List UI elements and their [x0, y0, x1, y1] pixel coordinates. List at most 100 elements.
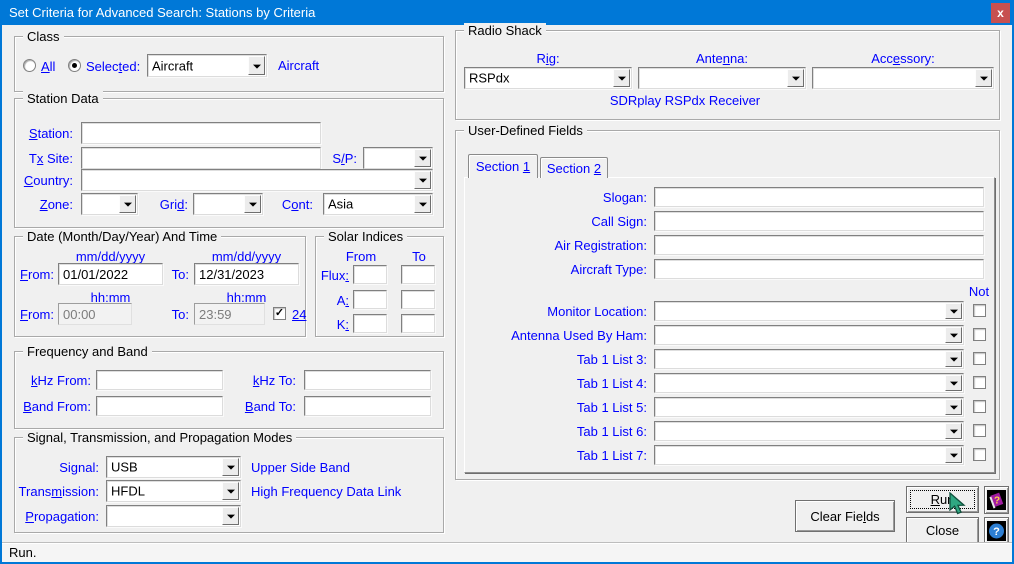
a-from-input[interactable] — [353, 290, 387, 309]
date-from-input[interactable] — [58, 263, 163, 285]
khz-to-input[interactable] — [304, 370, 431, 390]
class-all-radio[interactable] — [23, 59, 36, 72]
grid-label: Grid: — [125, 197, 188, 212]
tab1-list6-not-checkbox[interactable] — [973, 424, 986, 437]
class-selected-radio[interactable] — [68, 59, 81, 72]
solar-indices-group-title: Solar Indices — [324, 229, 407, 244]
grid-select[interactable] — [193, 193, 263, 215]
class-all-label[interactable]: All — [41, 59, 55, 74]
sp-select[interactable] — [363, 147, 433, 169]
help-book-button[interactable]: ? — [984, 486, 1009, 514]
close-button-bottom[interactable]: Close — [906, 517, 979, 544]
dropdown-arrow-icon[interactable] — [945, 399, 962, 415]
tab1-list3-select[interactable] — [654, 349, 964, 369]
k-to-input[interactable] — [401, 314, 435, 333]
tab1-list4-select[interactable] — [654, 373, 964, 393]
dropdown-arrow-icon[interactable] — [975, 69, 992, 87]
24-hour-label[interactable]: 24 — [292, 307, 306, 322]
class-select-value: Aircraft — [152, 58, 193, 73]
tab-section-2[interactable]: Section 2 — [540, 157, 608, 178]
transmission-select[interactable]: HFDL — [106, 480, 241, 502]
class-info-label: Aircraft — [278, 58, 319, 73]
accessory-label: Accessory: — [812, 51, 994, 66]
tab1-list4-label: Tab 1 List 4: — [465, 376, 647, 391]
cont-select[interactable]: Asia — [323, 193, 433, 215]
monitor-location-select[interactable] — [654, 301, 964, 321]
dropdown-arrow-icon[interactable] — [945, 303, 962, 319]
signal-select[interactable]: USB — [106, 456, 241, 478]
propagation-select[interactable] — [106, 505, 241, 527]
dropdown-arrow-icon[interactable] — [414, 171, 431, 189]
svg-text:?: ? — [994, 496, 1000, 507]
tx-site-input[interactable] — [81, 147, 321, 169]
rig-select[interactable]: RSPdx — [464, 67, 632, 89]
band-from-input[interactable] — [96, 396, 223, 416]
dropdown-arrow-icon[interactable] — [222, 482, 239, 500]
country-label: Country: — [15, 173, 73, 188]
24-hour-checkbox[interactable]: ✓ — [273, 307, 286, 320]
dropdown-arrow-icon[interactable] — [945, 375, 962, 391]
class-select[interactable]: Aircraft — [147, 54, 267, 77]
dropdown-arrow-icon[interactable] — [414, 195, 431, 213]
slogan-input[interactable] — [654, 187, 984, 207]
dropdown-arrow-icon[interactable] — [945, 327, 962, 343]
khz-to-label: kHz To: — [215, 373, 296, 388]
check-icon: ✓ — [275, 307, 284, 319]
antenna-used-by-ham-not-checkbox[interactable] — [973, 328, 986, 341]
a-to-input[interactable] — [401, 290, 435, 309]
antenna-used-by-ham-select[interactable] — [654, 325, 964, 345]
air-registration-input[interactable] — [654, 235, 984, 255]
call-sign-input[interactable] — [654, 211, 984, 231]
signal-label: Signal: — [15, 460, 99, 475]
tab1-list3-not-checkbox[interactable] — [973, 352, 986, 365]
help-button[interactable]: ? — [984, 517, 1009, 545]
antenna-label: Antenna: — [638, 51, 806, 66]
k-index-label: K: — [316, 317, 349, 332]
zone-label: Zone: — [15, 197, 73, 212]
solar-indices-group: Solar Indices From To Flux: A: K: — [315, 236, 444, 337]
tab1-list7-not-checkbox[interactable] — [973, 448, 986, 461]
clear-fields-button[interactable]: Clear Fields — [795, 500, 895, 532]
accessory-select[interactable] — [812, 67, 994, 89]
time-to-input[interactable] — [194, 303, 265, 325]
close-icon: x — [997, 6, 1004, 20]
tab1-list7-label: Tab 1 List 7: — [465, 448, 647, 463]
dropdown-arrow-icon[interactable] — [945, 447, 962, 463]
monitor-location-not-checkbox[interactable] — [973, 304, 986, 317]
run-button[interactable]: Run — [906, 486, 979, 513]
sp-label: S/P: — [295, 151, 357, 166]
dropdown-arrow-icon[interactable] — [414, 149, 431, 167]
tab1-list5-select[interactable] — [654, 397, 964, 417]
tab1-list4-not-checkbox[interactable] — [973, 376, 986, 389]
dropdown-arrow-icon[interactable] — [613, 69, 630, 87]
tab1-list7-select[interactable] — [654, 445, 964, 465]
k-from-input[interactable] — [353, 314, 387, 333]
country-select[interactable] — [81, 169, 433, 191]
class-group: Class All Selected: Aircraft Aircraft — [14, 36, 444, 92]
band-to-input[interactable] — [304, 396, 431, 416]
dropdown-arrow-icon[interactable] — [787, 69, 804, 87]
tab1-list5-not-checkbox[interactable] — [973, 400, 986, 413]
tab1-list3-label: Tab 1 List 3: — [465, 352, 647, 367]
dropdown-arrow-icon[interactable] — [945, 423, 962, 439]
tab-section-1[interactable]: Section 1 — [468, 154, 538, 178]
tab1-list6-label: Tab 1 List 6: — [465, 424, 647, 439]
flux-from-input[interactable] — [353, 265, 387, 284]
class-selected-label[interactable]: Selected: — [86, 59, 140, 74]
antenna-select[interactable] — [638, 67, 806, 89]
dropdown-arrow-icon[interactable] — [945, 351, 962, 367]
station-data-group: Station Data Station: Tx Site: S/P: Coun… — [14, 98, 444, 228]
antenna-used-by-ham-label: Antenna Used By Ham: — [465, 328, 647, 343]
flux-to-input[interactable] — [401, 265, 435, 284]
close-button[interactable]: x — [991, 3, 1010, 23]
khz-from-input[interactable] — [96, 370, 223, 390]
tab1-list6-select[interactable] — [654, 421, 964, 441]
dropdown-arrow-icon[interactable] — [222, 507, 239, 525]
title-bar[interactable]: Set Criteria for Advanced Search: Statio… — [0, 0, 1014, 25]
dropdown-arrow-icon[interactable] — [248, 56, 265, 75]
dropdown-arrow-icon[interactable] — [222, 458, 239, 476]
aircraft-type-input[interactable] — [654, 259, 984, 279]
time-from-input[interactable] — [58, 303, 132, 325]
station-input[interactable] — [81, 122, 321, 144]
date-to-input[interactable] — [194, 263, 299, 285]
